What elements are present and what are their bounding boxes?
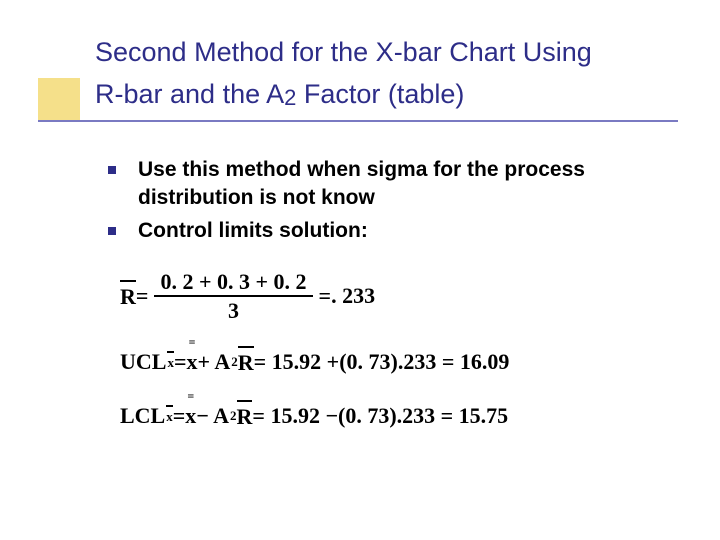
bullet-list: Use this method when sigma for the proce… [108,156,668,249]
xbarbar-symbol: x [185,403,196,429]
rbar-symbol: R [237,402,253,430]
lcl-label: LCL [120,403,165,429]
eq-numeric: = 15.92 + [254,349,340,375]
eq-sign: = [136,283,149,309]
rbar-value: . 233 [331,283,375,309]
eq-numeric: = 15.92 − [252,403,338,429]
title-line2b: Factor (table) [296,79,464,109]
denominator: 3 [228,297,239,322]
lcl-equation: LCLx = x − A2 R = 15.92 − (0. 73) .233 =… [120,402,660,430]
bullet-text: Use this method when sigma for the proce… [138,156,668,213]
title-line2a: R-bar and the A [95,79,284,109]
lparen: ( [338,403,345,429]
lparen: ( [339,349,346,375]
title-sub: 2 [284,85,296,110]
eq-sign: = [173,403,186,429]
slide-title: Second Method for the X-bar Chart Using … [95,32,685,116]
title-underline [38,120,678,122]
fraction: 0. 2 + 0. 3 + 0. 2 3 [154,270,312,322]
eq-sign: = [319,283,332,309]
numerator: 0. 2 + 0. 3 + 0. 2 [154,270,312,297]
eq-sign: = [174,349,187,375]
accent-square [38,78,80,120]
bullet-text: Control limits solution: [138,217,368,245]
xbarbar-symbol: x [187,349,198,375]
a2-value: 0. 73 [347,349,391,375]
rbar-symbol: R [238,348,254,376]
rparen: ) [391,349,398,375]
op-minus-a: − A [196,403,229,429]
list-item: Control limits solution: [108,217,668,245]
rbar-symbol: R [120,282,136,310]
title-line1: Second Method for the X-bar Chart Using [95,37,592,67]
slide: Second Method for the X-bar Chart Using … [0,0,720,540]
bullet-icon [108,227,116,235]
bullet-icon [108,166,116,174]
list-item: Use this method when sigma for the proce… [108,156,668,213]
lcl-sub: x [166,407,173,425]
ucl-result: .233 = 16.09 [398,349,510,375]
ucl-label: UCL [120,349,166,375]
a2-value: 0. 73 [345,403,389,429]
formula-block: R = 0. 2 + 0. 3 + 0. 2 3 = . 233 UCLx = … [120,270,660,456]
ucl-sub: x [167,353,174,371]
rparen: ) [389,403,396,429]
rbar-equation: R = 0. 2 + 0. 3 + 0. 2 3 = . 233 [120,270,660,322]
ucl-equation: UCLx = x + A2 R = 15.92 + (0. 73) .233 =… [120,348,660,376]
lcl-result: .233 = 15.75 [397,403,509,429]
op-plus-a: + A [198,349,231,375]
